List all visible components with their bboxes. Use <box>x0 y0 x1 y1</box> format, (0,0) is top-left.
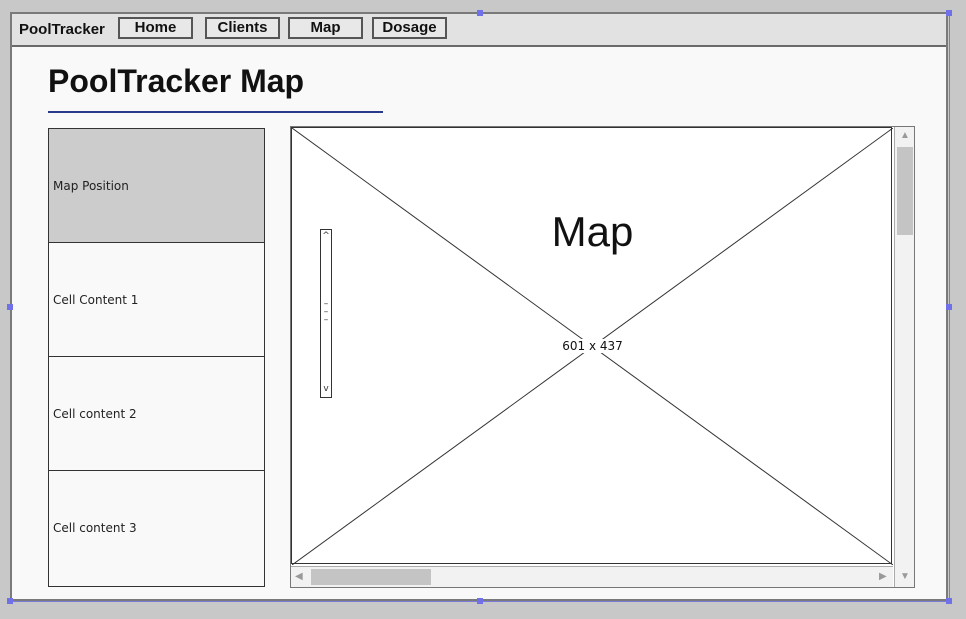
zoom-mark-icon: – <box>323 315 329 325</box>
nav-home-button[interactable]: Home <box>118 17 193 39</box>
wireframe-page: PoolTracker Home Clients Map Dosage Pool… <box>10 12 948 601</box>
scroll-up-icon[interactable]: ▲ <box>900 131 910 141</box>
map-dimensions-text: 601 x 437 <box>560 339 625 353</box>
list-item-cell-2[interactable]: Cell content 2 <box>49 357 264 471</box>
nav-clients-button[interactable]: Clients <box>205 17 280 39</box>
zoom-in-icon[interactable]: ^ <box>321 232 331 241</box>
nav-map-button[interactable]: Map <box>288 17 363 39</box>
list-item-cell-3[interactable]: Cell content 3 <box>49 471 264 585</box>
scroll-right-icon[interactable]: ▶ <box>879 572 887 582</box>
scroll-down-icon[interactable]: ▼ <box>900 572 910 582</box>
resize-handle-left[interactable] <box>7 304 13 310</box>
map-label: Map <box>551 208 634 255</box>
top-navbar: PoolTracker Home Clients Map Dosage <box>12 14 946 47</box>
list-item-label: Cell content 3 <box>53 521 137 535</box>
nav-dosage-button[interactable]: Dosage <box>372 17 447 39</box>
page-title: PoolTracker Map <box>48 63 305 99</box>
list-item-label: Cell Content 1 <box>53 292 139 307</box>
resize-handle-right[interactable] <box>946 304 952 310</box>
zoom-slider[interactable]: ^ – – – v <box>320 229 332 398</box>
map-placeholder[interactable]: Map 601 x 437 ^ – – – v <box>291 127 893 565</box>
scroll-left-icon[interactable]: ◀ <box>295 572 303 582</box>
resize-handle-bottom-left[interactable] <box>7 598 13 604</box>
list-item-cell-1[interactable]: Cell Content 1 <box>49 243 264 357</box>
horizontal-scroll-thumb[interactable] <box>311 569 431 585</box>
map-dimensions: 601 x 437 <box>292 339 893 353</box>
vertical-scroll-thumb[interactable] <box>897 147 913 235</box>
list-item-map-position[interactable]: Map Position <box>49 129 264 243</box>
title-underline <box>48 111 383 113</box>
vertical-scrollbar[interactable]: ▲ ▼ <box>894 127 914 587</box>
brand-name: PoolTracker <box>19 21 105 38</box>
list-item-label: Map Position <box>53 178 129 193</box>
list-item-label: Cell content 2 <box>53 406 137 421</box>
resize-handle-top-right[interactable] <box>946 10 952 16</box>
zoom-out-icon[interactable]: v <box>321 385 331 394</box>
resize-handle-bottom[interactable] <box>477 598 483 604</box>
map-container: Map 601 x 437 ^ – – – v ▲ ▼ ◀ ▶ <box>290 126 915 588</box>
horizontal-scrollbar[interactable]: ◀ ▶ <box>291 566 893 587</box>
resize-handle-top[interactable] <box>477 10 483 16</box>
side-list: Map Position Cell Content 1 Cell content… <box>48 128 265 587</box>
resize-handle-bottom-right[interactable] <box>946 598 952 604</box>
